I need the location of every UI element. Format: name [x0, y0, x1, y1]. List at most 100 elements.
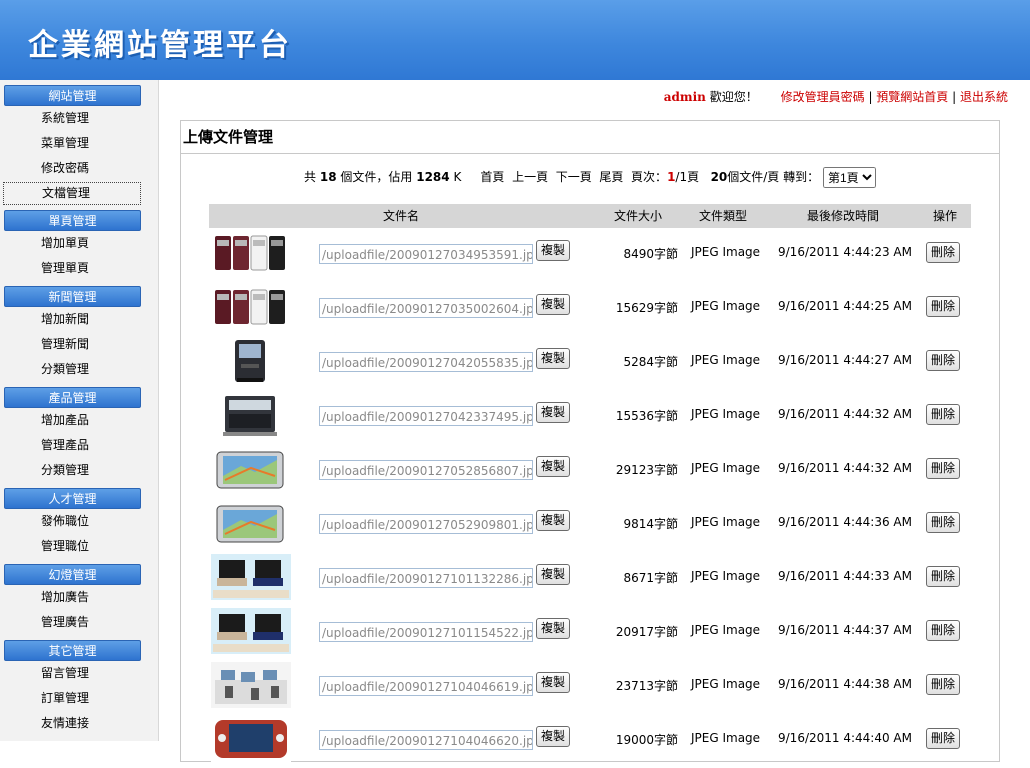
change-password-link[interactable]: 修改管理員密碼: [781, 90, 865, 104]
file-type: JPEG Image: [691, 353, 761, 367]
menu-item[interactable]: 管理廣告: [3, 610, 141, 635]
menu-item[interactable]: 修改密碼: [3, 156, 141, 181]
copy-button[interactable]: 複製: [536, 294, 571, 315]
first-page-link[interactable]: 首頁: [480, 170, 504, 184]
file-path-field[interactable]: /uploadfile/20090127042337495.jpg: [319, 406, 533, 426]
file-path-field[interactable]: /uploadfile/20090127042055835.jpg: [319, 352, 533, 372]
link-separator: |: [864, 90, 877, 104]
menu-group: 產品管理 增加產品 管理產品 分類管理: [0, 387, 158, 483]
delete-button[interactable]: 刪除: [926, 242, 961, 263]
file-type: JPEG Image: [691, 299, 761, 313]
file-size: 8671字節: [623, 571, 678, 585]
menu-group-header[interactable]: 產品管理: [4, 387, 141, 408]
preview-site-link[interactable]: 預覽網站首頁: [876, 90, 948, 104]
thumbnail-image: [211, 230, 291, 276]
menu-item[interactable]: 分類管理: [3, 357, 141, 382]
copy-button[interactable]: 複製: [536, 402, 571, 423]
delete-button[interactable]: 刪除: [926, 620, 961, 641]
menu-item[interactable]: 管理單頁: [3, 256, 141, 281]
copy-button[interactable]: 複製: [536, 726, 571, 747]
delete-button[interactable]: 刪除: [926, 350, 961, 371]
file-path-field[interactable]: /uploadfile/20090127035002604.jpg: [319, 298, 533, 318]
menu-item[interactable]: 管理職位: [3, 534, 141, 559]
next-page-link[interactable]: 下一頁: [556, 170, 592, 184]
menu-group: 網站管理 系統管理 菜單管理 修改密碼 文檔管理: [0, 85, 158, 205]
menu-item[interactable]: 管理新聞: [3, 332, 141, 357]
delete-button[interactable]: 刪除: [926, 512, 961, 533]
per-page-suffix: 個文件/頁: [727, 170, 780, 184]
copy-button[interactable]: 複製: [536, 672, 571, 693]
menu-item[interactable]: 文檔管理: [3, 182, 141, 205]
table-row: /uploadfile/20090127104046620.jpg 複製 19000…: [209, 714, 971, 768]
menu-item[interactable]: 增加新聞: [3, 307, 141, 332]
menu-item[interactable]: 增加單頁: [3, 231, 141, 256]
modified-time: 9/16/2011 4:44:40 AM: [778, 731, 912, 745]
menu-item[interactable]: 系統管理: [3, 106, 141, 131]
file-size: 20917字節: [615, 625, 678, 639]
page-label: 頁次：: [631, 170, 668, 184]
menu-group-header[interactable]: 單頁管理: [4, 210, 141, 231]
prev-page-link[interactable]: 上一頁: [512, 170, 548, 184]
menu-group-header[interactable]: 人才管理: [4, 488, 141, 509]
file-type: JPEG Image: [691, 461, 761, 475]
menu-item[interactable]: 菜單管理: [3, 131, 141, 156]
file-path-field[interactable]: /uploadfile/20090127104046620.jpg: [319, 730, 533, 750]
menu-group: 新聞管理 增加新聞 管理新聞 分類管理: [0, 286, 158, 382]
copy-button[interactable]: 複製: [536, 240, 571, 261]
file-path-field[interactable]: /uploadfile/20090127104046619.jpg: [319, 676, 533, 696]
menu-group-header[interactable]: 幻燈管理: [4, 564, 141, 585]
file-size: 5284字節: [623, 355, 678, 369]
menu-group-header[interactable]: 網站管理: [4, 85, 141, 106]
delete-button[interactable]: 刪除: [926, 458, 961, 479]
thumbnail-image: [211, 446, 291, 492]
table-row: /uploadfile/20090127101154522.jpg 複製 20917…: [209, 606, 971, 660]
total-prefix: 共: [304, 170, 317, 184]
file-size: 19000字節: [615, 733, 678, 747]
copy-button[interactable]: 複製: [536, 456, 571, 477]
last-page-link[interactable]: 尾頁: [599, 170, 623, 184]
copy-button[interactable]: 複製: [536, 564, 571, 585]
total-count: 18: [319, 170, 337, 184]
table-row: /uploadfile/20090127034953591.jpg 複製 8490字…: [209, 228, 971, 282]
menu-item[interactable]: 分類管理: [3, 458, 141, 483]
delete-button[interactable]: 刪除: [926, 728, 961, 749]
modified-time: 9/16/2011 4:44:38 AM: [778, 677, 912, 691]
menu-group-header[interactable]: 其它管理: [4, 640, 141, 661]
menu-group: 人才管理 發佈職位 管理職位: [0, 488, 158, 559]
file-path-field[interactable]: /uploadfile/20090127034953591.jpg: [319, 244, 533, 264]
welcome-text: 歡迎您！: [709, 90, 758, 104]
table-row: /uploadfile/20090127104046619.jpg 複製 23713…: [209, 660, 971, 714]
menu-item[interactable]: 增加產品: [3, 408, 141, 433]
copy-button[interactable]: 複製: [536, 618, 571, 639]
menu-group-header[interactable]: 新聞管理: [4, 286, 141, 307]
file-path-field[interactable]: /uploadfile/20090127101132286.jpg: [319, 568, 533, 588]
thumbnail-image: [211, 554, 291, 600]
per-page-count: 20: [710, 170, 728, 184]
copy-button[interactable]: 複製: [536, 510, 571, 531]
file-path-field[interactable]: /uploadfile/20090127052909801.jpg: [319, 514, 533, 534]
modified-time: 9/16/2011 4:44:32 AM: [778, 407, 912, 421]
menu-item[interactable]: 管理產品: [3, 433, 141, 458]
modified-time: 9/16/2011 4:44:23 AM: [778, 245, 912, 259]
delete-button[interactable]: 刪除: [926, 674, 961, 695]
logout-link[interactable]: 退出系統: [960, 90, 1008, 104]
menu-group: 單頁管理 增加單頁 管理單頁: [0, 210, 158, 281]
menu-item[interactable]: 增加廣告: [3, 585, 141, 610]
file-size: 29123字節: [615, 463, 678, 477]
delete-button[interactable]: 刪除: [926, 404, 961, 425]
file-path-field[interactable]: /uploadfile/20090127052856807.jpg: [319, 460, 533, 480]
page-select[interactable]: 第1頁: [822, 167, 876, 188]
goto-label: 轉到：: [783, 170, 820, 184]
delete-button[interactable]: 刪除: [926, 296, 961, 317]
menu-item[interactable]: 留言管理: [3, 661, 141, 686]
delete-button[interactable]: 刪除: [926, 566, 961, 587]
table-header: 文件名 文件大小 文件類型 最後修改時間 操作: [209, 204, 971, 228]
menu-item[interactable]: 發佈職位: [3, 509, 141, 534]
copy-button[interactable]: 複製: [536, 348, 571, 369]
used-size: 1284: [416, 170, 450, 184]
file-type: JPEG Image: [691, 623, 761, 637]
file-path-field[interactable]: /uploadfile/20090127101154522.jpg: [319, 622, 533, 642]
menu-item[interactable]: 訂單管理: [3, 686, 141, 711]
thumbnail-image: [211, 608, 291, 654]
menu-item[interactable]: 友情連接: [3, 711, 141, 736]
